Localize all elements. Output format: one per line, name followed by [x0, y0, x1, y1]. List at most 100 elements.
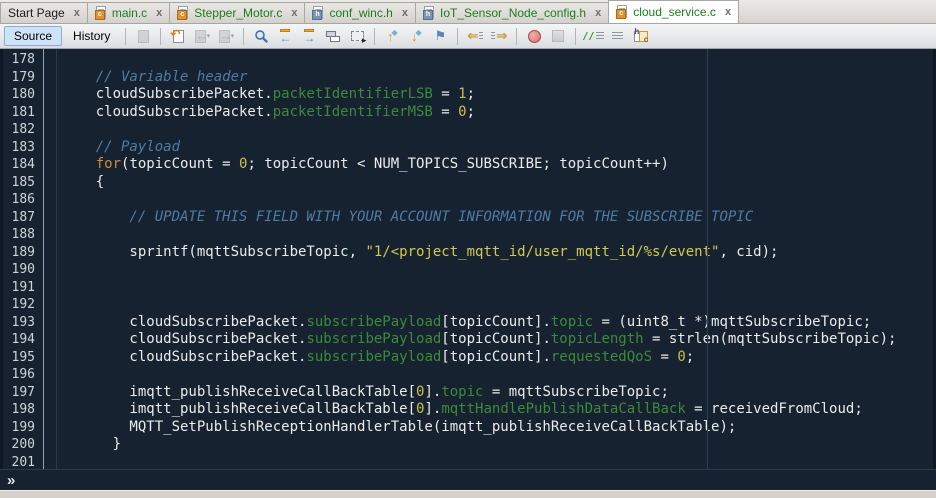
- code-segment-pln: , cid);: [719, 243, 779, 260]
- format-icon: [132, 26, 154, 46]
- tab-close-icon[interactable]: x: [402, 8, 408, 19]
- code-line[interactable]: imqtt_publishReceiveCallBackTable[0].mqt…: [62, 401, 936, 419]
- code-line[interactable]: // UPDATE THIS FIELD WITH YOUR ACCOUNT I…: [62, 209, 936, 227]
- code-line[interactable]: // Variable header: [62, 69, 936, 87]
- code-segment-pln: cloudSubscribePacket.: [62, 331, 307, 347]
- line-number[interactable]: 200: [0, 436, 35, 454]
- code-folding-margin[interactable]: [44, 49, 57, 469]
- horizontal-scrollbar[interactable]: [0, 490, 936, 498]
- toolbar-separator: [374, 27, 376, 45]
- tab-start-page[interactable]: Start Page x: [0, 2, 88, 23]
- breadcrumb-expand-chevron[interactable]: »: [7, 473, 15, 488]
- code-line[interactable]: for(topicCount = 0; topicCount < NUM_TOP…: [62, 156, 936, 174]
- code-line[interactable]: [62, 366, 936, 384]
- code-line[interactable]: }: [62, 436, 936, 454]
- code-line[interactable]: [62, 279, 936, 297]
- code-line[interactable]: [62, 51, 936, 69]
- code-line[interactable]: cloudSubscribePacket.packetIdentifierLSB…: [62, 86, 936, 104]
- toggle-highlight-icon[interactable]: [322, 26, 344, 46]
- code-segment-num: 1: [458, 86, 467, 102]
- tab-close-icon[interactable]: x: [156, 8, 162, 19]
- code-editor[interactable]: 178 179 180 181 182 183 184 185 186 187 188 189 190 1…: [0, 49, 936, 469]
- rectangular-selection-icon[interactable]: ▸: [346, 26, 368, 46]
- line-number[interactable]: 197: [0, 384, 35, 402]
- line-number[interactable]: 180: [0, 86, 35, 104]
- line-number[interactable]: 178: [0, 51, 35, 69]
- code-segment-pln: ;: [466, 103, 476, 120]
- find-selection-icon[interactable]: [250, 26, 272, 46]
- line-number[interactable]: 179: [0, 69, 35, 87]
- tab-close-icon[interactable]: x: [595, 8, 601, 19]
- code-line[interactable]: [62, 226, 936, 244]
- line-number[interactable]: 186: [0, 191, 35, 209]
- tab-iot-sensor-node-config-h[interactable]: h IoT_Sensor_Node_config.h x: [414, 2, 610, 23]
- find-next-icon[interactable]: →: [298, 26, 320, 46]
- code-segment-num: 0: [458, 103, 467, 120]
- source-view-button[interactable]: Source: [4, 26, 63, 46]
- line-number[interactable]: 181: [0, 104, 35, 122]
- tab-close-icon[interactable]: x: [74, 8, 80, 19]
- code-line[interactable]: sprintf(mqttSubscribeTopic, "1/<project_…: [62, 244, 936, 262]
- code-line[interactable]: {: [62, 174, 936, 192]
- uncomment-icon[interactable]: [606, 26, 628, 46]
- code-line[interactable]: [62, 121, 936, 139]
- tab-stepper-motor-c[interactable]: c Stepper_Motor.c x: [169, 2, 306, 23]
- line-number[interactable]: 196: [0, 366, 35, 384]
- line-number[interactable]: 199: [0, 419, 35, 437]
- line-number[interactable]: 194: [0, 331, 35, 349]
- line-number[interactable]: 183: [0, 139, 35, 157]
- history-view-button[interactable]: History: [64, 27, 119, 45]
- code-line[interactable]: MQTT_SetPublishReceptionHandlerTable(imq…: [62, 419, 936, 437]
- toolbar-separator: [516, 27, 518, 45]
- line-number[interactable]: 187: [0, 209, 35, 227]
- shift-left-icon[interactable]: ⇐: [464, 26, 486, 46]
- line-number[interactable]: 190: [0, 261, 35, 279]
- code-line[interactable]: cloudSubscribePacket.subscribePayload[to…: [62, 314, 936, 332]
- code-segment-fld: packetIdentifierMSB: [272, 103, 433, 120]
- line-number[interactable]: 185: [0, 174, 35, 192]
- h-file-icon: h: [312, 6, 325, 20]
- breadcrumb-bar: »: [0, 469, 936, 490]
- last-edit-icon[interactable]: ↶: [167, 26, 189, 46]
- code-segment-pln: =: [652, 348, 678, 365]
- line-number[interactable]: 198: [0, 401, 35, 419]
- code-segment-pln: =: [432, 86, 459, 102]
- go-to-header-source-icon[interactable]: hc: [630, 26, 652, 46]
- code-area[interactable]: // Variable header cloudSubscribePacket.…: [57, 49, 936, 469]
- code-line[interactable]: cloudSubscribePacket.subscribePayload[to…: [62, 331, 936, 349]
- previous-bookmark-icon[interactable]: ↑ ◆: [381, 26, 403, 46]
- code-line[interactable]: // Payload: [62, 139, 936, 157]
- line-number[interactable]: 188: [0, 226, 35, 244]
- code-line[interactable]: [62, 261, 936, 279]
- line-number-gutter[interactable]: 178 179 180 181 182 183 184 185 186 187 188 189 190 1…: [0, 49, 44, 469]
- c-file-icon: c: [94, 6, 108, 20]
- line-number[interactable]: 189: [0, 244, 35, 262]
- toggle-bookmark-icon[interactable]: ⚑: [429, 26, 451, 46]
- next-bookmark-icon[interactable]: ↓ ◆: [405, 26, 427, 46]
- tab-close-icon[interactable]: x: [291, 8, 297, 19]
- code-line[interactable]: [62, 191, 936, 209]
- line-number[interactable]: 192: [0, 296, 35, 314]
- line-number[interactable]: 191: [0, 279, 35, 297]
- comment-icon[interactable]: //: [582, 26, 605, 46]
- line-number[interactable]: 195: [0, 349, 35, 367]
- forward-icon: → ▾: [218, 28, 235, 43]
- line-number[interactable]: 201: [0, 454, 35, 470]
- line-number[interactable]: 184: [0, 156, 35, 174]
- line-number[interactable]: 193: [0, 314, 35, 332]
- line-number[interactable]: 182: [0, 121, 35, 139]
- code-line[interactable]: imqtt_publishReceiveCallBackTable[0].top…: [62, 384, 936, 402]
- find-previous-icon[interactable]: ←: [274, 26, 296, 46]
- code-segment-fld: requestedQoS: [550, 348, 653, 365]
- start-macro-recording-icon[interactable]: [523, 26, 545, 46]
- tab-cloud-service-c[interactable]: c cloud_service.c x: [608, 0, 740, 23]
- tab-conf-winc-h[interactable]: h conf_winc.h x: [304, 2, 416, 23]
- tab-label: Start Page: [8, 6, 65, 20]
- code-line[interactable]: cloudSubscribePacket.packetIdentifierMSB…: [62, 104, 936, 122]
- shift-right-icon[interactable]: ⇒: [488, 26, 510, 46]
- tab-main-c[interactable]: c main.c x: [86, 2, 171, 23]
- tab-close-icon[interactable]: x: [725, 7, 731, 18]
- code-line[interactable]: cloudSubscribePacket.subscribePayload[to…: [62, 349, 936, 367]
- code-line[interactable]: [62, 296, 936, 314]
- code-line[interactable]: [62, 454, 936, 470]
